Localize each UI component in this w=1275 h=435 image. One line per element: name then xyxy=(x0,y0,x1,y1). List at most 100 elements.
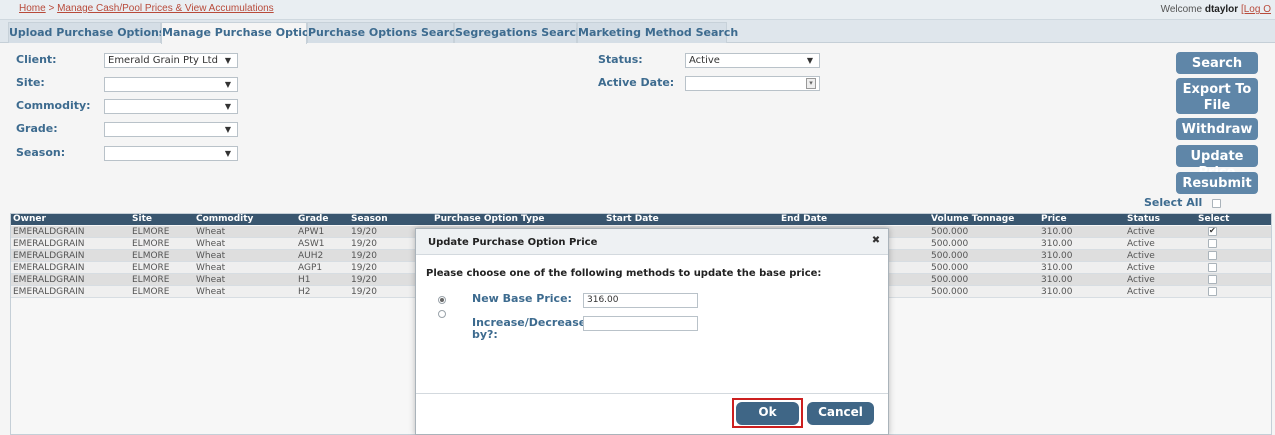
export-to-file-button[interactable]: Export To File xyxy=(1176,78,1258,114)
search-button[interactable]: Search xyxy=(1176,52,1258,74)
status-label: Status: xyxy=(598,53,643,66)
breadcrumb-current-link[interactable]: Manage Cash/Pool Prices & View Accumulat… xyxy=(57,3,274,14)
header-volume-tonnage[interactable]: Volume Tonnage xyxy=(931,214,1014,225)
logout-link[interactable]: [Log O xyxy=(1241,4,1271,15)
cell-commodity: Wheat xyxy=(196,263,226,273)
row-select-checkbox[interactable] xyxy=(1208,251,1217,260)
header-start-date[interactable]: Start Date xyxy=(606,214,659,225)
grade-label: Grade: xyxy=(16,122,58,135)
withdraw-button[interactable]: Withdraw xyxy=(1176,118,1258,140)
cell-volume: 500.000 xyxy=(931,275,969,285)
cell-owner: EMERALDGRAIN xyxy=(13,251,85,261)
cell-grade: APW1 xyxy=(298,227,325,237)
cell-status: Active xyxy=(1127,275,1155,285)
season-select[interactable]: ▼ xyxy=(104,146,238,161)
app-window: Home > Manage Cash/Pool Prices & View Ac… xyxy=(0,0,1275,435)
cell-grade: AUH2 xyxy=(298,251,324,261)
cell-site: ELMORE xyxy=(132,239,170,249)
client-label: Client: xyxy=(16,53,57,66)
header-grade[interactable]: Grade xyxy=(298,214,328,225)
client-select[interactable]: Emerald Grain Pty Ltd ▼ xyxy=(104,53,238,68)
cell-owner: EMERALDGRAIN xyxy=(13,239,85,249)
cell-commodity: Wheat xyxy=(196,275,226,285)
header-purchase-option-type[interactable]: Purchase Option Type xyxy=(434,214,545,225)
ok-button[interactable]: Ok xyxy=(736,402,799,425)
header-end-date[interactable]: End Date xyxy=(781,214,827,225)
close-icon[interactable]: ✖ xyxy=(870,235,882,247)
row-select-checkbox[interactable] xyxy=(1208,287,1217,296)
header-select[interactable]: Select xyxy=(1198,214,1229,225)
cell-grade: AGP1 xyxy=(298,263,323,273)
cell-status: Active xyxy=(1127,239,1155,249)
top-bar: Home > Manage Cash/Pool Prices & View Ac… xyxy=(0,0,1275,20)
cancel-button[interactable]: Cancel xyxy=(807,402,874,425)
cell-owner: EMERALDGRAIN xyxy=(13,227,85,237)
cell-commodity: Wheat xyxy=(196,287,226,297)
tab-manage-purchase-options[interactable]: Manage Purchase Options xyxy=(161,22,324,44)
site-select[interactable]: ▼ xyxy=(104,77,238,92)
cell-price: 310.00 xyxy=(1041,227,1073,237)
tab-segregations-search[interactable]: Segregations Search xyxy=(454,22,584,43)
cell-grade: H1 xyxy=(298,275,311,285)
cell-status: Active xyxy=(1127,251,1155,261)
row-select-checkbox[interactable] xyxy=(1208,275,1217,284)
chevron-down-icon: ▼ xyxy=(224,56,231,65)
cell-volume: 500.000 xyxy=(931,287,969,297)
username: dtaylor xyxy=(1204,4,1239,15)
cell-season: 19/20 xyxy=(351,239,377,249)
status-select[interactable]: Active ▼ xyxy=(685,53,820,68)
cell-site: ELMORE xyxy=(132,227,170,237)
increase-decrease-label: Increase/Decrease by?: xyxy=(472,316,587,341)
cell-volume: 500.000 xyxy=(931,227,969,237)
cell-commodity: Wheat xyxy=(196,251,226,261)
row-select-checkbox[interactable] xyxy=(1208,239,1217,248)
header-price[interactable]: Price xyxy=(1041,214,1067,225)
chevron-down-icon: ▼ xyxy=(806,56,813,65)
cell-season: 19/20 xyxy=(351,227,377,237)
cell-site: ELMORE xyxy=(132,263,170,273)
cell-season: 19/20 xyxy=(351,287,377,297)
chevron-down-icon: ▼ xyxy=(224,102,231,111)
cell-price: 310.00 xyxy=(1041,263,1073,273)
cell-grade: H2 xyxy=(298,287,311,297)
active-date-input[interactable]: ▾ xyxy=(685,76,820,91)
cell-site: ELMORE xyxy=(132,275,170,285)
tab-bar: Upload Purchase Options Manage Purchase … xyxy=(0,20,1275,44)
new-base-price-radio[interactable] xyxy=(438,296,446,304)
cell-season: 19/20 xyxy=(351,263,377,273)
cell-owner: EMERALDGRAIN xyxy=(13,275,85,285)
breadcrumb-home-link[interactable]: Home xyxy=(19,3,46,14)
header-owner[interactable]: Owner xyxy=(13,214,46,225)
update-price-button[interactable]: Update Price xyxy=(1176,145,1258,180)
cell-status: Active xyxy=(1127,263,1155,273)
increase-decrease-radio[interactable] xyxy=(438,310,446,318)
season-label: Season: xyxy=(16,146,66,159)
commodity-select[interactable]: ▼ xyxy=(104,99,238,114)
grade-select[interactable]: ▼ xyxy=(104,122,238,137)
row-select-checkbox[interactable] xyxy=(1208,263,1217,272)
dialog-prompt: Please choose one of the following metho… xyxy=(426,268,822,279)
resubmit-button[interactable]: Resubmit xyxy=(1176,172,1258,194)
header-site[interactable]: Site xyxy=(132,214,152,225)
row-select-checkbox[interactable] xyxy=(1208,225,1217,237)
tab-marketing-method-search[interactable]: Marketing Method Search xyxy=(577,22,738,43)
new-base-price-input[interactable]: 316.00 xyxy=(583,293,698,308)
cell-status: Active xyxy=(1127,227,1155,237)
header-season[interactable]: Season xyxy=(351,214,388,225)
tab-upload-purchase-options[interactable]: Upload Purchase Options xyxy=(8,22,165,43)
cell-volume: 500.000 xyxy=(931,263,969,273)
select-all-checkbox[interactable] xyxy=(1212,198,1222,208)
cell-price: 310.00 xyxy=(1041,275,1073,285)
header-status[interactable]: Status xyxy=(1127,214,1160,225)
select-all: Select All xyxy=(1144,196,1222,209)
calendar-icon[interactable]: ▾ xyxy=(806,78,816,89)
welcome-text: Welcome dtaylor [Log O xyxy=(1161,4,1271,15)
site-label: Site: xyxy=(16,76,45,89)
cell-price: 310.00 xyxy=(1041,287,1073,297)
tab-purchase-options-search[interactable]: Purchase Options Search xyxy=(307,22,464,43)
cell-site: ELMORE xyxy=(132,251,170,261)
header-commodity[interactable]: Commodity xyxy=(196,214,253,225)
increase-decrease-input[interactable] xyxy=(583,316,698,331)
select-all-label: Select All xyxy=(1144,196,1203,209)
dialog-title: Update Purchase Option Price xyxy=(428,237,598,248)
